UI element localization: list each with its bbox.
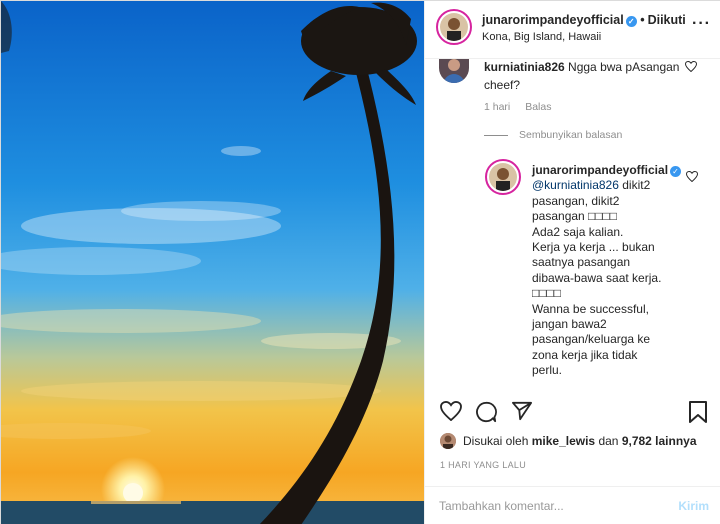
likes-conjunction: dan [598, 434, 619, 448]
reply-author-avatar[interactable] [485, 159, 521, 195]
reply-mention-link[interactable]: @kurniatinia826 [532, 178, 619, 192]
author-header-line: junarorimpandeyofficial ✓ • Diikuti [482, 13, 686, 27]
instagram-post-window: junarorimpandeyofficial ✓ • Diikuti Kona, … [0, 0, 720, 524]
replies-divider-line [484, 135, 508, 136]
liker-avatar[interactable] [440, 433, 456, 449]
comment-like-heart-icon[interactable] [684, 60, 698, 75]
add-comment-bar: Kirim [425, 486, 720, 524]
comment-reply-button[interactable]: Balas [525, 101, 551, 113]
reply-body: dikit2 pasangan, dikit2 pasangan □□□□ Ad… [532, 178, 662, 378]
reply-verified-badge-icon: ✓ [670, 166, 682, 177]
author-avatar[interactable] [436, 9, 472, 45]
reply-text-block: junarorimpandeyofficial ✓ @kurniatinia826… [532, 163, 682, 379]
reply-like-heart-icon[interactable] [685, 170, 699, 185]
add-comment-input[interactable] [439, 499, 659, 513]
comment-meta: 1 hari Balas [484, 101, 563, 113]
share-icon[interactable] [511, 401, 533, 421]
commenter-avatar[interactable] [439, 59, 469, 83]
comment-icon[interactable] [475, 401, 497, 423]
likes-count-link[interactable]: 9,782 lainnya [622, 434, 697, 448]
more-horizontal-icon[interactable]: ··· [692, 15, 711, 33]
likes-summary: Disukai oleh mike_lewis dan 9,782 lainny… [463, 434, 697, 448]
comment-text-block: kurniatinia826 Ngga bwa pAsangan cheef? [484, 58, 694, 94]
comment-username[interactable]: kurniatinia826 [484, 60, 565, 74]
reply-username[interactable]: junarorimpandeyofficial [532, 163, 668, 177]
post-location[interactable]: Kona, Big Island, Hawaii [482, 31, 601, 43]
post-header: junarorimpandeyofficial ✓ • Diikuti Kona, … [425, 1, 720, 59]
follow-status-button[interactable]: Diikuti [648, 13, 686, 27]
bookmark-icon[interactable] [689, 401, 707, 423]
post-actions-bar [425, 399, 720, 429]
post-photo[interactable] [1, 1, 424, 524]
post-side-panel: junarorimpandeyofficial ✓ • Diikuti Kona, … [424, 1, 720, 524]
author-username[interactable]: junarorimpandeyofficial [482, 13, 624, 27]
likes-prefix: Disukai oleh [463, 434, 529, 448]
sunset-palm-image [1, 1, 424, 524]
heart-icon[interactable] [440, 401, 462, 421]
liker-username[interactable]: mike_lewis [532, 434, 595, 448]
post-timestamp[interactable]: 1 HARI YANG LALU [440, 460, 526, 470]
post-comment-button[interactable]: Kirim [678, 499, 709, 513]
separator-dot: • [640, 13, 645, 27]
hide-replies-button[interactable]: Sembunyikan balasan [519, 129, 622, 141]
comment-time: 1 hari [484, 101, 511, 113]
verified-badge-icon: ✓ [625, 16, 637, 27]
